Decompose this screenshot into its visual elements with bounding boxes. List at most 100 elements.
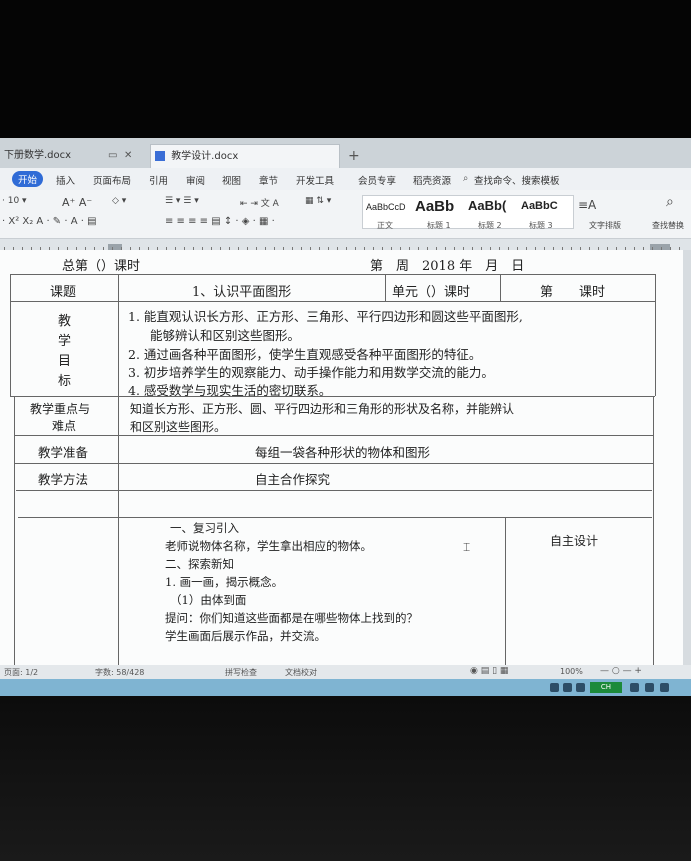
- doc-check[interactable]: 文档校对: [285, 667, 317, 678]
- process-line: 提问：你们知道这些面都是在哪些物体上找到的？: [165, 611, 418, 625]
- lesson-title: 1、认识平面图形: [192, 285, 292, 300]
- table-border: [385, 274, 386, 301]
- key-points-text-2: 和区别这些图形。: [130, 420, 227, 434]
- menu-resources[interactable]: 稻壳资源: [413, 173, 451, 187]
- process-line: 老师说物体名称，学生拿出相应的物体。: [165, 539, 372, 553]
- table-border: [655, 274, 656, 396]
- goal-line: 2. 通过画各种平面图形，使学生直观感受各种平面图形的特征。: [128, 347, 482, 362]
- menu-insert[interactable]: 插入: [56, 173, 75, 187]
- menu-bar: 开始 插入 页面布局 引用 审阅 视图 章节 开发工具 会员专享 稻壳资源 ⌕ …: [0, 168, 691, 190]
- document-tab-bar: 下册数学.docx ▭ ✕ 教学设计.docx +: [0, 138, 691, 168]
- page-indicator: 页面: 1/2: [4, 668, 39, 677]
- table-border: [14, 463, 654, 464]
- style-gallery: AaBbCcD 正文 AaBb 标题 1 AaBb( 标题 2 AaBbC 标题…: [362, 195, 574, 230]
- style-normal-label: 正文: [377, 221, 393, 230]
- text-layout-button[interactable]: 文字排版: [589, 220, 621, 231]
- find-replace-button[interactable]: 查找替换: [652, 220, 684, 231]
- date-line: 第 周 2018 年 月 日: [370, 259, 525, 274]
- search-icon[interactable]: ⌕: [463, 173, 468, 184]
- spell-check[interactable]: 拼写检查: [225, 667, 257, 678]
- grow-font-icon[interactable]: A⁺ A⁻: [62, 196, 92, 209]
- sort-icon[interactable]: ▦ ⇅ ▾: [305, 196, 331, 206]
- monitor-screen: 下册数学.docx ▭ ✕ 教学设计.docx + 开始 插入 页面布局 引用 …: [0, 138, 691, 696]
- word-doc-icon: [155, 151, 165, 161]
- goals-label: 教 学 目 标: [58, 314, 72, 389]
- table-border: [14, 396, 15, 666]
- method-text: 自主合作探究: [255, 472, 331, 487]
- table-border: [16, 490, 652, 491]
- input-method-badge[interactable]: CH: [590, 682, 622, 693]
- table-border: [118, 274, 119, 666]
- goal-line: 4. 感受数学与现实生活的密切联系。: [128, 383, 332, 398]
- menu-start[interactable]: 开始: [12, 171, 44, 187]
- new-tab-button[interactable]: +: [348, 144, 360, 168]
- process-line: （1）由体到面: [170, 593, 247, 607]
- tab-doc1-label: 下册数学.docx: [4, 150, 72, 161]
- text-cursor-icon: ⌶: [463, 540, 471, 554]
- goal-line: 1. 能直观认识长方形、正方形、三角形、平行四边形和圆这些平面图形,: [128, 309, 523, 324]
- font-size-select[interactable]: · 10 ▾: [2, 196, 27, 206]
- process-line: 二、探索新知: [165, 557, 234, 571]
- tray-icon[interactable]: [550, 683, 559, 692]
- zoom-slider[interactable]: — ○ — +: [600, 666, 642, 676]
- font-size-value: 10: [7, 196, 20, 206]
- style-heading2[interactable]: AaBb(: [468, 198, 506, 213]
- table-border: [10, 301, 655, 302]
- menu-layout[interactable]: 页面布局: [93, 173, 131, 187]
- find-icon[interactable]: ⌕: [666, 194, 674, 210]
- styles-pane-icon[interactable]: ≡A: [578, 198, 596, 212]
- table-border: [10, 274, 655, 275]
- menu-dev[interactable]: 开发工具: [296, 173, 334, 187]
- list-icon[interactable]: ☰ ▾ ☰ ▾: [165, 196, 199, 206]
- tray-icon[interactable]: [576, 683, 585, 692]
- photo-backdrop: { "tabs": { "doc1": "下册数学.docx", "doc2":…: [0, 0, 691, 861]
- ribbon-toolbar: · 10 ▾ A⁺ A⁻ ◇ ▾ ☰ ▾ ☰ ▾ ⇤ ⇥ 文 A ▦ ⇅ ▾ ·…: [0, 190, 691, 239]
- close-icon[interactable]: ✕: [124, 144, 132, 168]
- goal-line: 能够辨认和区别这些图形。: [150, 328, 301, 343]
- indent-icon[interactable]: ⇤ ⇥ 文 A: [240, 196, 279, 209]
- table-border: [10, 274, 11, 396]
- menu-section[interactable]: 章节: [259, 173, 278, 187]
- menu-review[interactable]: 审阅: [186, 173, 205, 187]
- align-icon[interactable]: ≡ ≡ ≡ ≡ ▤ ↕ · ◈ · ▦ ·: [165, 216, 275, 227]
- menu-reference[interactable]: 引用: [149, 173, 168, 187]
- vertical-scrollbar[interactable]: [683, 250, 691, 665]
- process-line: 一、复习引入: [170, 521, 239, 535]
- style-heading3-label: 标题 3: [529, 221, 553, 230]
- style-heading2-label: 标题 2: [478, 221, 502, 230]
- style-normal[interactable]: AaBbCcD: [366, 202, 406, 212]
- prep-label: 教学准备: [38, 445, 89, 460]
- topic-label: 课题: [50, 285, 77, 300]
- command-search[interactable]: 查找命令、搜索模板: [474, 173, 560, 187]
- word-count[interactable]: 字数: 58/428: [95, 667, 144, 678]
- method-label: 教学方法: [38, 472, 89, 487]
- volume-icon[interactable]: [645, 683, 654, 692]
- laptop-bezel-bottom: [0, 696, 691, 861]
- clear-format-icon[interactable]: ◇ ▾: [112, 196, 126, 206]
- design-label: 自主设计: [550, 534, 599, 548]
- table-border: [10, 396, 655, 397]
- style-heading1[interactable]: AaBb: [415, 198, 454, 215]
- network-icon[interactable]: [630, 683, 639, 692]
- menu-vip[interactable]: 会员专享: [358, 173, 396, 187]
- zoom-level[interactable]: 100%: [560, 667, 583, 676]
- menu-view[interactable]: 视图: [222, 173, 241, 187]
- notification-icon[interactable]: [660, 683, 669, 692]
- superscript-icon[interactable]: · X² X₂ A · ✎ · A · ▤: [2, 216, 97, 227]
- unit-period: 单元（）课时: [392, 285, 471, 300]
- table-border: [500, 274, 501, 301]
- process-line: 学生画面后展示作品，并交流。: [165, 629, 326, 643]
- document-page[interactable]: 总第（）课时 第 周 2018 年 月 日 课题 1、认识平面图形 单元（）课时…: [0, 250, 691, 667]
- tab-doc2-label: 教学设计.docx: [171, 151, 239, 162]
- status-bar: 页面: 1/2 字数: 58/428 拼写检查 文档校对 ◉ ▤ ▯ ▦ 100…: [0, 665, 691, 679]
- key-points-text: 知道长方形、正方形、圆、平行四边形和三角形的形状及名称，并能辨认: [130, 402, 515, 416]
- style-heading3[interactable]: AaBbC: [521, 200, 558, 212]
- tray-icon[interactable]: [563, 683, 572, 692]
- lesson-count: 总第（）课时: [62, 259, 141, 274]
- tab-doc2[interactable]: 教学设计.docx: [150, 144, 340, 168]
- process-line: 1. 画一画，揭示概念。: [165, 575, 284, 589]
- period-number: 第 课时: [540, 285, 606, 300]
- table-border: [18, 517, 652, 518]
- view-mode-icon[interactable]: ◉ ▤ ▯ ▦: [470, 666, 508, 676]
- minimize-icon[interactable]: ▭: [108, 144, 117, 168]
